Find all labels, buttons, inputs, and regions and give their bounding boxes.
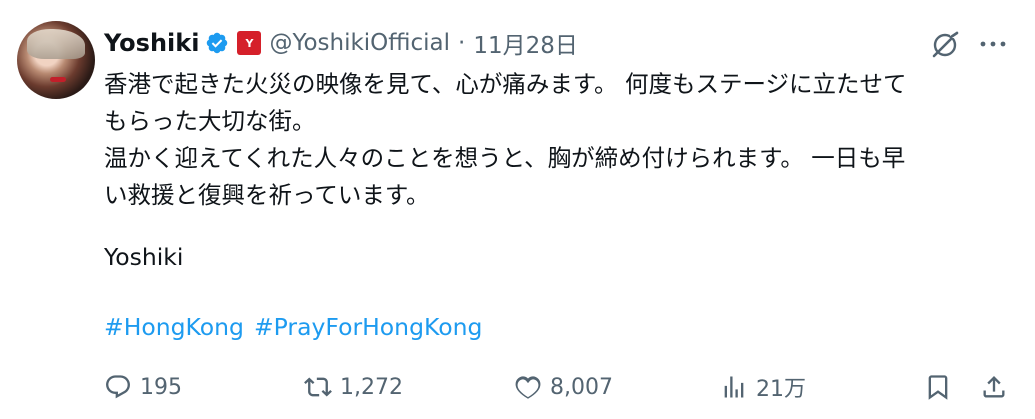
tweet-signature: Yoshiki bbox=[104, 243, 184, 271]
retweet-button[interactable]: 1,272 bbox=[304, 365, 403, 409]
author-handle[interactable]: @YoshikiOfficial bbox=[269, 30, 450, 56]
views-button[interactable]: 21万 bbox=[720, 365, 806, 409]
tweet-text: 香港で起きた火災の映像を見て、心が痛みます。 何度もステージに立たせて もらった… bbox=[104, 66, 1014, 214]
separator-dot: · bbox=[458, 30, 466, 56]
grok-icon[interactable] bbox=[928, 30, 962, 60]
hashtags: #HongKong #PrayForHongKong bbox=[104, 313, 482, 341]
reply-count: 195 bbox=[140, 374, 182, 400]
views-icon bbox=[724, 376, 744, 398]
bookmark-button[interactable] bbox=[924, 365, 952, 409]
tweet-line: 温かく迎えてくれた人々のことを想うと、胸が締め付けられます。 一日も早 bbox=[104, 144, 906, 172]
tweet-header: Yoshiki Y @YoshikiOfficial · 11月28日 bbox=[104, 27, 578, 59]
heart-icon bbox=[515, 376, 541, 399]
reply-button[interactable]: 195 bbox=[104, 365, 182, 409]
retweet-count: 1,272 bbox=[340, 374, 403, 400]
like-button[interactable]: 8,007 bbox=[514, 365, 613, 409]
verified-badge-icon[interactable] bbox=[205, 31, 229, 55]
hashtag-link[interactable]: #HongKong bbox=[104, 313, 244, 341]
tweet-line: い救援と復興を祈っています。 bbox=[104, 181, 430, 209]
retweet-icon bbox=[304, 377, 332, 397]
affiliate-badge[interactable]: Y bbox=[237, 31, 262, 55]
author-name[interactable]: Yoshiki bbox=[104, 29, 199, 57]
hashtag-link[interactable]: #PrayForHongKong bbox=[254, 313, 482, 341]
tweet-date[interactable]: 11月28日 bbox=[473, 26, 578, 60]
share-button[interactable] bbox=[980, 365, 1008, 409]
action-bar: 195 1,272 8,007 21万 bbox=[0, 365, 1035, 409]
like-count: 8,007 bbox=[550, 374, 613, 400]
views-count: 21万 bbox=[756, 377, 806, 402]
reply-icon bbox=[106, 375, 130, 399]
tweet-line: 香港で起きた火災の映像を見て、心が痛みます。 何度もステージに立たせて bbox=[104, 70, 907, 98]
tweet-line: もらった大切な街。 bbox=[104, 107, 316, 135]
avatar[interactable] bbox=[17, 21, 95, 99]
bookmark-icon bbox=[928, 375, 948, 400]
more-icon[interactable] bbox=[978, 34, 1008, 54]
share-icon bbox=[983, 376, 1005, 398]
